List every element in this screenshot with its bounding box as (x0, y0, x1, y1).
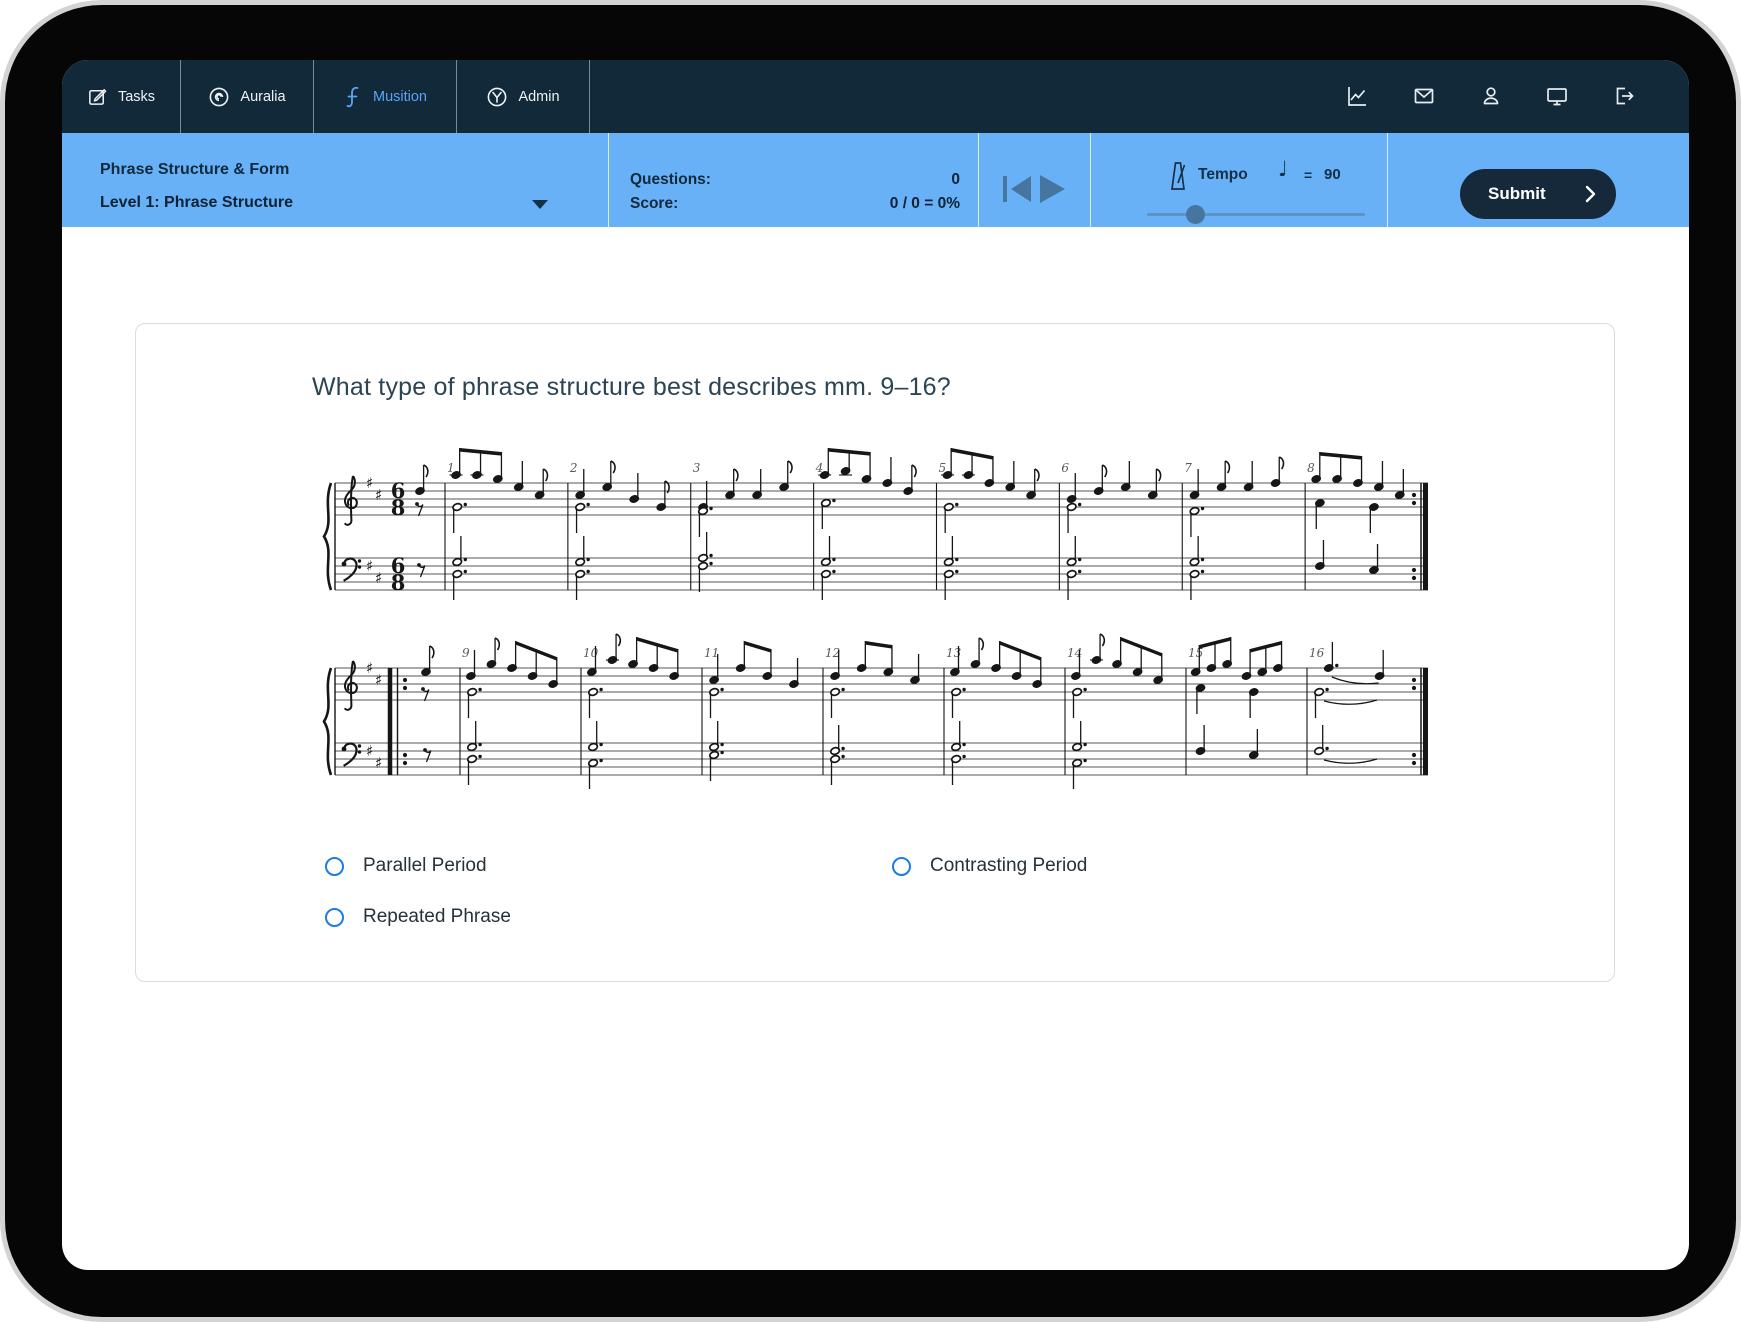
svg-text:9: 9 (462, 646, 470, 660)
dropdown-caret-icon[interactable] (532, 200, 548, 209)
svg-text:7: 7 (1184, 461, 1192, 475)
toolbar: Phrase Structure & Form Level 1: Phrase … (62, 133, 1689, 227)
play-button[interactable] (1038, 174, 1066, 204)
course-level: Level 1: Phrase Structure (100, 194, 293, 212)
svg-text:♯: ♯ (366, 659, 373, 677)
svg-text:♯: ♯ (375, 754, 382, 772)
user-account-icon[interactable] (1479, 84, 1503, 108)
tempo-slider-handle[interactable] (1186, 205, 1205, 224)
option-label: Repeated Phrase (363, 906, 511, 928)
admin-icon (486, 86, 508, 108)
submit-button[interactable]: Submit (1460, 169, 1616, 219)
option-label: Contrasting Period (930, 855, 1087, 877)
svg-text:♯: ♯ (375, 569, 382, 587)
score-value: 0 / 0 = 0% (890, 195, 960, 213)
quarter-note-icon: ♩ (1278, 157, 1288, 181)
chevron-right-icon (1585, 185, 1596, 203)
svg-text:16: 16 (1309, 646, 1325, 660)
tab-label: Admin (518, 89, 559, 105)
divider (1387, 133, 1388, 227)
svg-text:2: 2 (569, 461, 578, 475)
questions-value: 0 (951, 171, 960, 189)
divider (978, 133, 979, 227)
radio-icon[interactable] (325, 857, 344, 876)
tasks-icon (87, 86, 108, 107)
question-text: What type of phrase structure best descr… (312, 373, 951, 402)
course-topic: Phrase Structure & Form (100, 161, 289, 179)
tab-label: Auralia (240, 89, 285, 105)
tempo-bpm-value: 90 (1324, 166, 1341, 183)
svg-text:♯: ♯ (366, 474, 373, 492)
divider (1090, 133, 1091, 227)
svg-text:10: 10 (583, 646, 599, 660)
music-score: ♯♯♯♯686812345678♯♯♯♯910111213141516 (322, 443, 1428, 795)
svg-text:8: 8 (391, 495, 406, 520)
svg-text:13: 13 (946, 646, 962, 660)
svg-text:♯: ♯ (366, 742, 373, 760)
tab-label: Tasks (118, 89, 155, 105)
metronome-icon (1165, 159, 1191, 193)
svg-text:♯: ♯ (375, 671, 382, 689)
questions-label: Questions: (630, 171, 711, 189)
score-row: Score: 0 / 0 = 0% (630, 195, 960, 213)
option-label: Parallel Period (363, 855, 487, 877)
divider (608, 133, 609, 227)
tab-musition[interactable]: Musition (314, 60, 457, 133)
score-label: Score: (630, 195, 678, 213)
tab-tasks[interactable]: Tasks (62, 60, 181, 133)
svg-text:11: 11 (704, 646, 719, 660)
tab-auralia[interactable]: Auralia (181, 60, 314, 133)
svg-text:3: 3 (693, 461, 701, 475)
option-repeated-phrase[interactable]: Repeated Phrase (325, 906, 511, 928)
option-parallel-period[interactable]: Parallel Period (325, 855, 487, 877)
submit-label: Submit (1488, 184, 1546, 204)
tempo-slider-track[interactable] (1147, 213, 1365, 216)
skip-to-start-button[interactable] (1000, 174, 1034, 204)
option-contrasting-period[interactable]: Contrasting Period (892, 855, 1087, 877)
performance-chart-icon[interactable] (1345, 84, 1369, 108)
tab-label: Musition (373, 89, 427, 105)
svg-text:♯: ♯ (375, 486, 382, 504)
svg-text:6: 6 (1061, 461, 1069, 475)
svg-text:12: 12 (825, 646, 840, 660)
svg-text:8: 8 (1307, 461, 1315, 475)
page: Tasks Auralia Musition Admin (0, 0, 1741, 1322)
auralia-icon (208, 86, 230, 108)
questions-row: Questions: 0 (630, 171, 960, 189)
tempo-label: Tempo (1198, 166, 1248, 184)
tablet-frame: Tasks Auralia Musition Admin (0, 0, 1741, 1322)
display-icon[interactable] (1545, 84, 1569, 108)
top-nav: Tasks Auralia Musition Admin (62, 60, 1689, 133)
tab-admin[interactable]: Admin (457, 60, 590, 133)
logout-icon[interactable] (1611, 84, 1635, 108)
svg-text:♯: ♯ (366, 557, 373, 575)
radio-icon[interactable] (892, 857, 911, 876)
app-window: Tasks Auralia Musition Admin (62, 60, 1689, 1270)
mail-icon[interactable] (1412, 84, 1436, 108)
musition-icon (343, 85, 363, 109)
radio-icon[interactable] (325, 908, 344, 927)
tempo-equals: = (1304, 167, 1312, 183)
svg-text:8: 8 (391, 570, 406, 595)
